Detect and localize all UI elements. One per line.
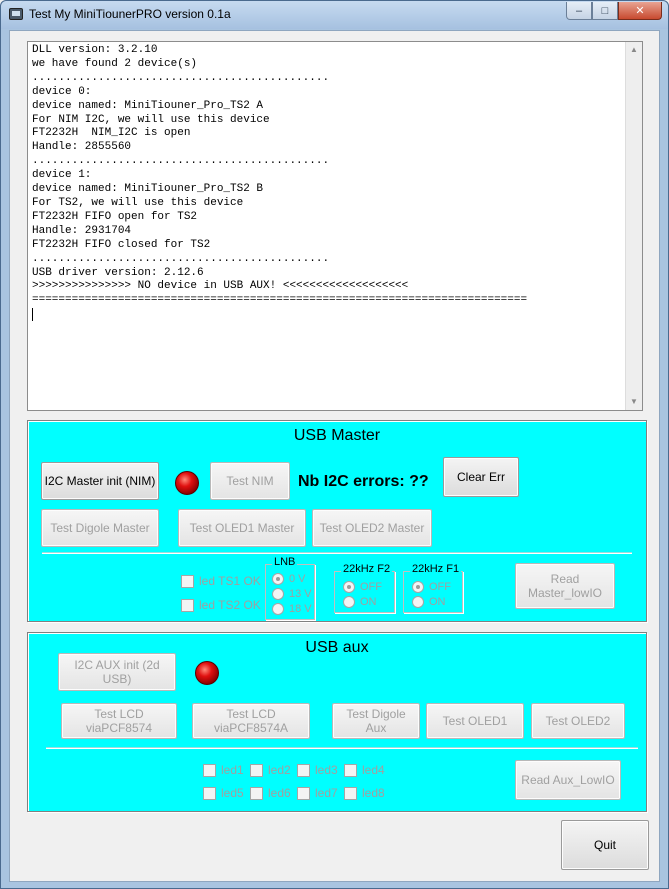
log-line: device named: MiniTiouner_Pro_TS2 B — [32, 183, 264, 196]
log-line: >>>>>>>>>>>>>>> NO device in USB AUX! <<… — [32, 280, 409, 293]
log-line: For NIM I2C, we will use this device — [32, 113, 270, 126]
led3-checkbox[interactable]: led3 — [297, 763, 338, 777]
master-status-led — [175, 471, 199, 495]
f2-on-radio[interactable]: ON — [343, 594, 382, 609]
read-aux-lowio-button[interactable]: Read Aux_LowIO — [515, 760, 621, 800]
log-content: DLL version: 3.2.10 we have found 2 devic… — [32, 44, 622, 410]
app-window: Test My MiniTiounerPRO version 0.1a – □ … — [0, 0, 669, 889]
scroll-up-icon[interactable]: ▲ — [626, 42, 642, 58]
lnb-0v-radio[interactable]: 0 V — [272, 571, 312, 586]
nb-i2c-errors-label: Nb I2C errors: ?? — [298, 473, 429, 490]
quit-button[interactable]: Quit — [561, 820, 649, 870]
aux-separator — [46, 747, 638, 749]
scroll-down-icon[interactable]: ▼ — [626, 394, 642, 410]
lnb-18v-radio[interactable]: 18 V — [272, 601, 312, 616]
f1-on-radio[interactable]: ON — [412, 594, 451, 609]
log-line: For TS2, we will use this device — [32, 196, 244, 209]
test-oled1-master-button[interactable]: Test OLED1 Master — [178, 509, 306, 547]
led-ts2-checkbox[interactable]: led TS2 OK — [181, 598, 261, 612]
log-line: device named: MiniTiouner_Pro_TS2 A — [32, 99, 264, 112]
test-oled1-button[interactable]: Test OLED1 — [426, 703, 524, 739]
f2-group-title: 22kHz F2 — [341, 563, 393, 575]
lnb-13v-radio[interactable]: 13 V — [272, 586, 312, 601]
test-oled2-master-button[interactable]: Test OLED2 Master — [312, 509, 432, 547]
f1-group: 22kHz F1 OFF ON — [403, 563, 463, 613]
log-line: FT2232H NIM_I2C is open — [32, 127, 191, 140]
test-digole-aux-button[interactable]: Test Digole Aux — [332, 703, 420, 739]
minimize-button[interactable]: – — [566, 2, 592, 20]
client-area: DLL version: 3.2.10 we have found 2 devic… — [9, 30, 660, 882]
log-line: Handle: 2855560 — [32, 141, 132, 154]
log-line: FT2232H FIFO closed for TS2 — [32, 238, 211, 251]
f1-off-radio[interactable]: OFF — [412, 579, 451, 594]
usb-aux-panel: USB aux I2C AUX init (2d USB) Test LCD v… — [27, 632, 647, 812]
test-digole-master-button[interactable]: Test Digole Master — [41, 509, 159, 547]
lnb-group-title: LNB — [272, 556, 298, 568]
log-line: device 0: — [32, 85, 92, 98]
log-line: DLL version: 3.2.10 — [32, 44, 158, 56]
led6-checkbox[interactable]: led6 — [250, 786, 291, 800]
led5-checkbox[interactable]: led5 — [203, 786, 244, 800]
app-icon — [9, 8, 23, 20]
test-nim-button[interactable]: Test NIM — [210, 462, 290, 500]
i2c-aux-init-button[interactable]: I2C AUX init (2d USB) — [58, 653, 176, 691]
log-line: Handle: 2931704 — [32, 224, 132, 237]
log-line: ........................................… — [32, 155, 330, 168]
test-lcd-pcf8574a-button[interactable]: Test LCD viaPCF8574A — [192, 703, 310, 739]
maximize-button[interactable]: □ — [592, 2, 618, 20]
log-line: FT2232H FIFO open for TS2 — [32, 210, 198, 223]
test-lcd-pcf8574-button[interactable]: Test LCD viaPCF8574 — [61, 703, 177, 739]
clear-err-button[interactable]: Clear Err — [443, 457, 519, 497]
log-line: ........................................… — [32, 252, 330, 265]
led7-checkbox[interactable]: led7 — [297, 786, 338, 800]
usb-master-title: USB Master — [293, 427, 381, 444]
led4-checkbox[interactable]: led4 — [344, 763, 385, 777]
test-oled2-button[interactable]: Test OLED2 — [531, 703, 625, 739]
f2-off-radio[interactable]: OFF — [343, 579, 382, 594]
f1-group-title: 22kHz F1 — [410, 563, 462, 575]
log-line: ========================================… — [32, 294, 528, 307]
read-master-lowio-button[interactable]: Read Master_lowIO — [515, 563, 615, 609]
led8-checkbox[interactable]: led8 — [344, 786, 385, 800]
led2-checkbox[interactable]: led2 — [250, 763, 291, 777]
log-textarea[interactable]: DLL version: 3.2.10 we have found 2 devic… — [27, 41, 643, 411]
close-button[interactable]: ✕ — [618, 2, 662, 20]
f2-group: 22kHz F2 OFF ON — [334, 563, 395, 613]
i2c-master-init-button[interactable]: I2C Master init (NIM) — [41, 462, 159, 500]
usb-master-panel: USB Master I2C Master init (NIM) Test NI… — [27, 420, 647, 622]
nb-i2c-errors-value: ?? — [409, 473, 429, 490]
title-bar[interactable]: Test My MiniTiounerPRO version 0.1a – □ … — [1, 1, 668, 29]
log-line: we have found 2 device(s) — [32, 57, 198, 70]
lnb-group: LNB 0 V 13 V 18 V — [265, 556, 315, 620]
aux-status-led — [195, 661, 219, 685]
led1-checkbox[interactable]: led1 — [203, 763, 244, 777]
log-scrollbar[interactable]: ▲ ▼ — [625, 42, 642, 410]
master-separator — [42, 552, 632, 554]
text-caret — [32, 308, 33, 322]
log-line: ........................................… — [32, 71, 330, 84]
window-title: Test My MiniTiounerPRO version 0.1a — [29, 7, 231, 21]
log-line: device 1: — [32, 169, 92, 182]
log-line: USB driver version: 2.12.6 — [32, 266, 204, 279]
led-ts1-checkbox[interactable]: led TS1 OK — [181, 574, 261, 588]
window-controls: – □ ✕ — [566, 2, 662, 21]
